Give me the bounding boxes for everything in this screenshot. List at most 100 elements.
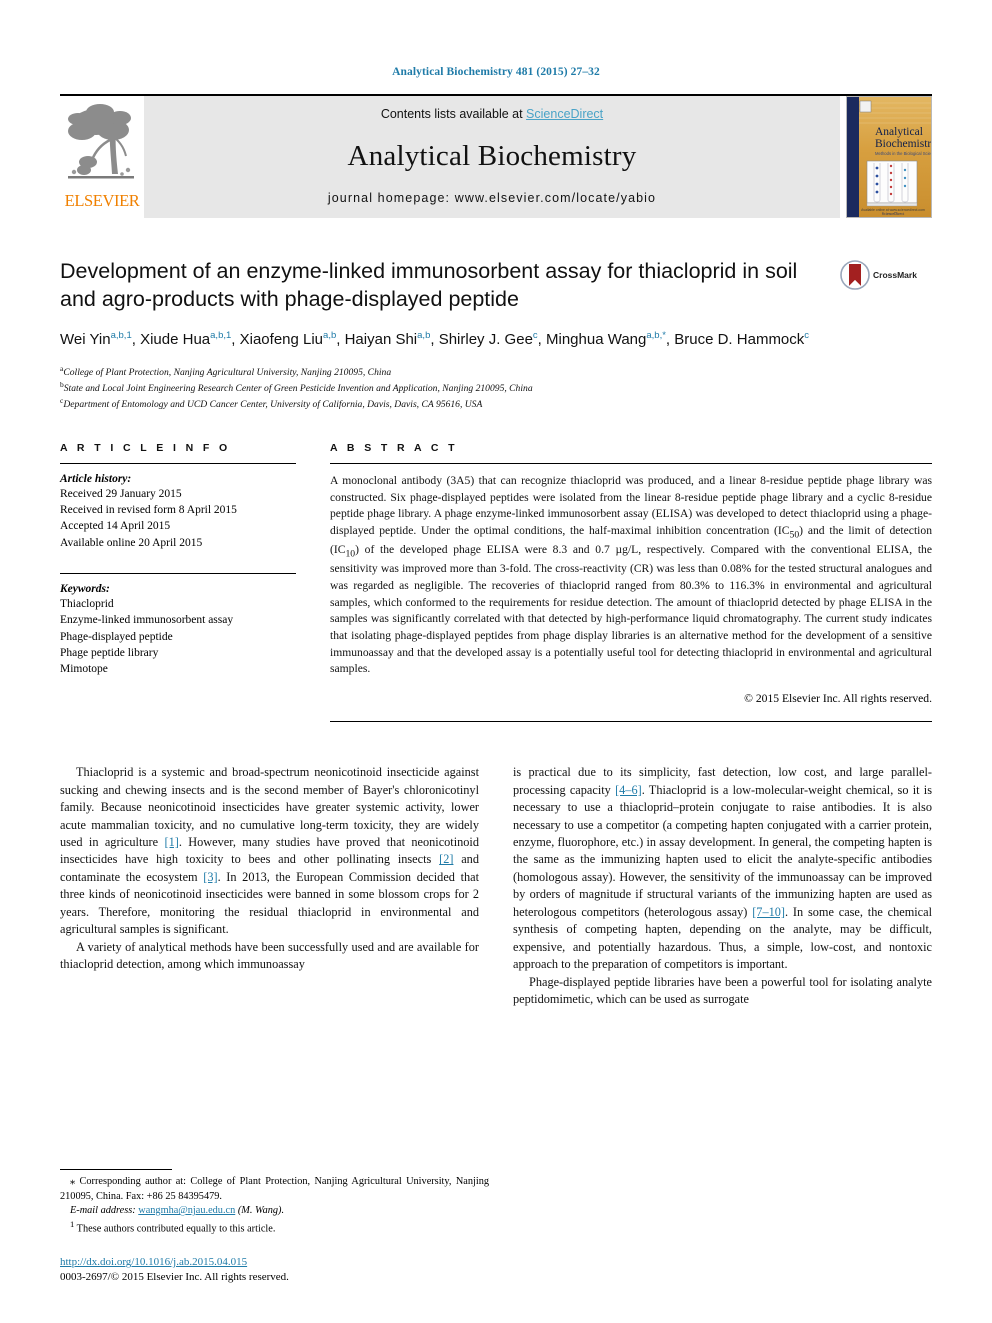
abstract-rule: [330, 462, 932, 464]
email-note: E-mail address: wangmha@njau.edu.cn (M. …: [60, 1204, 489, 1218]
author-item: Haiyan Shia,b: [345, 330, 431, 348]
footnote-block: ⁎ Corresponding author at: College of Pl…: [60, 1169, 489, 1285]
author-affil-mark: a,b,1: [210, 330, 232, 342]
keyword-item: Phage-displayed peptide: [60, 630, 173, 643]
keywords-block: Keywords: Thiacloprid Enzyme-linked immu…: [60, 573, 296, 678]
email-label: E-mail address:: [70, 1205, 136, 1217]
page-title: Development of an enzyme-linked immunoso…: [60, 259, 798, 311]
ic50-subscript: 50: [789, 529, 800, 541]
sciencedirect-link[interactable]: ScienceDirect: [526, 107, 603, 121]
article-page: Analytical Biochemistry 481 (2015) 27–32: [0, 0, 992, 1323]
svg-text:Methods in the Biological Scie: Methods in the Biological Sciences: [875, 151, 931, 156]
author-item: Bruce D. Hammockc: [674, 330, 810, 349]
affiliation-text: State and Local Joint Engineering Resear…: [63, 382, 533, 394]
citation-link-1[interactable]: [1]: [164, 835, 178, 849]
author-separator: ,: [430, 331, 439, 349]
masthead-band: Contents lists available at ScienceDirec…: [144, 96, 840, 218]
keywords-rule: [60, 573, 296, 575]
email-link[interactable]: wangmha@njau.edu.cn: [138, 1205, 235, 1216]
contents-prefix-text: Contents lists available at: [380, 107, 527, 121]
article-info-heading: A R T I C L E I N F O: [60, 441, 231, 454]
author-name: Xiude Hua: [140, 331, 211, 349]
journal-homepage-line[interactable]: journal homepage: www.elsevier.com/locat…: [328, 191, 656, 205]
abstract-heading: A B S T R A C T: [330, 441, 458, 454]
elsevier-wordmark: ELSEVIER: [64, 191, 140, 210]
body-columns: Thiacloprid is a systemic and broad-spec…: [60, 764, 932, 1008]
article-info-rule: [60, 462, 296, 464]
article-info-column: A R T I C L E I N F O Article history: R…: [60, 442, 296, 722]
affiliation-list: aCollege of Plant Protection, Nanjing Ag…: [60, 364, 836, 412]
author-name: Bruce D. Hammock: [674, 331, 805, 349]
running-head: Analytical Biochemistry 481 (2015) 27–32: [392, 66, 600, 78]
affiliation-item: aCollege of Plant Protection, Nanjing Ag…: [60, 364, 836, 380]
crossmark-label: CrossMark: [873, 270, 917, 280]
abstract-column: A B S T R A C T A monoclonal antibody (3…: [330, 441, 932, 723]
author-item: Xiude Huaa,b,1: [140, 330, 232, 349]
equal-contribution-note: 1 These authors contributed equally to t…: [60, 1218, 489, 1237]
author-separator: ,: [665, 331, 675, 349]
author-separator: ,: [537, 331, 547, 349]
crossmark-icon: [840, 260, 870, 290]
svg-text:Analytical: Analytical: [875, 126, 923, 138]
author-separator: ,: [336, 331, 345, 349]
citation-link-2[interactable]: [2]: [439, 852, 453, 866]
doi-block: http://dx.doi.org/10.1016/j.ab.2015.04.0…: [60, 1255, 489, 1285]
doi-link[interactable]: http://dx.doi.org/10.1016/j.ab.2015.04.0…: [60, 1255, 489, 1270]
footnote-rule: [60, 1169, 172, 1171]
keyword-item: Phage peptide library: [60, 647, 159, 660]
author-affil-mark: c: [804, 330, 810, 342]
corresponding-text: Corresponding author at: College of Plan…: [60, 1176, 489, 1202]
history-item: Available online 20 April 2015: [60, 536, 203, 549]
author-affil-mark: a,b,*: [646, 330, 666, 342]
info-abstract-section: A R T I C L E I N F O Article history: R…: [60, 441, 932, 723]
body-column-right: is practical due to its simplicity, fast…: [513, 764, 932, 1008]
keywords-label: Keywords:: [60, 583, 110, 596]
abstract-text: A monoclonal antibody (3A5) that can rec…: [330, 473, 932, 678]
journal-title: Analytical Biochemistry: [347, 139, 637, 172]
journal-masthead: ELSEVIER Contents lists available at Sci…: [60, 94, 932, 218]
body-column-left: Thiacloprid is a systemic and broad-spec…: [60, 764, 479, 1008]
article-history-list: Received 29 January 2015 Received in rev…: [60, 486, 296, 551]
abstract-copyright: © 2015 Elsevier Inc. All rights reserved…: [744, 692, 932, 706]
author-affil-mark: a,b: [417, 330, 431, 342]
body-paragraph: Thiacloprid is a systemic and broad-spec…: [60, 764, 479, 939]
author-affil-mark: a,b: [323, 330, 337, 342]
email-suffix: (M. Wang).: [235, 1205, 285, 1217]
elsevier-logo: ELSEVIER: [60, 96, 144, 218]
affiliation-text: College of Plant Protection, Nanjing Agr…: [63, 366, 392, 378]
author-name: Shirley J. Gee: [438, 331, 533, 349]
author-name: Minghua Wang: [546, 331, 647, 349]
author-affil-mark: a,b,1: [110, 330, 132, 342]
issn-copyright-line: 0003-2697/© 2015 Elsevier Inc. All right…: [60, 1271, 289, 1284]
body-paragraph: is practical due to its simplicity, fast…: [513, 764, 932, 973]
journal-cover-thumbnail: Analytical Biochemistry Methods in the B…: [846, 96, 932, 218]
citation-link-7-10[interactable]: [7–10]: [752, 905, 785, 919]
title-block: Development of an enzyme-linked immunoso…: [60, 258, 932, 412]
author-item: Xiaofeng Liua,b: [239, 330, 337, 349]
svg-text:Biochemistry: Biochemistry: [875, 138, 931, 150]
cover-art-icon: Analytical Biochemistry Methods in the B…: [847, 97, 931, 217]
paragraph-text: . Thiacloprid is a low-molecular-weight …: [513, 782, 933, 919]
affiliation-text: Department of Entomology and UCD Cancer …: [63, 398, 483, 410]
contents-available-line: Contents lists available at ScienceDirec…: [381, 107, 603, 121]
citation-link-3[interactable]: [3]: [203, 870, 217, 884]
keyword-item: Mimotope: [60, 663, 108, 676]
abstract-bottom-rule: [330, 721, 932, 723]
keywords-list: Thiacloprid Enzyme-linked immunosorbent …: [60, 596, 296, 678]
article-history-label: Article history:: [60, 472, 132, 485]
crossmark-badge[interactable]: CrossMark: [840, 260, 932, 290]
author-item: Minghua Wanga,b,*: [546, 330, 666, 349]
author-item: Wei Yina,b,1: [60, 330, 132, 349]
history-item: Received 29 January 2015: [60, 487, 182, 500]
body-paragraph: A variety of analytical methods have bee…: [60, 939, 479, 972]
abstract-part-3: ) of the developed phage ELISA were 8.3 …: [330, 543, 932, 676]
equal-contribution-text: These authors contributed equally to thi…: [74, 1223, 276, 1235]
affiliation-item: bState and Local Joint Engineering Resea…: [60, 380, 836, 396]
citation-link-4-6[interactable]: [4–6]: [615, 783, 642, 797]
author-name: Xiaofeng Liu: [239, 331, 324, 349]
author-name: Wei Yin: [60, 331, 111, 349]
history-item: Received in revised form 8 April 2015: [60, 504, 237, 517]
ic10-subscript: 10: [345, 548, 356, 560]
author-separator: ,: [131, 331, 141, 349]
author-item: Shirley J. Geec: [438, 330, 538, 349]
